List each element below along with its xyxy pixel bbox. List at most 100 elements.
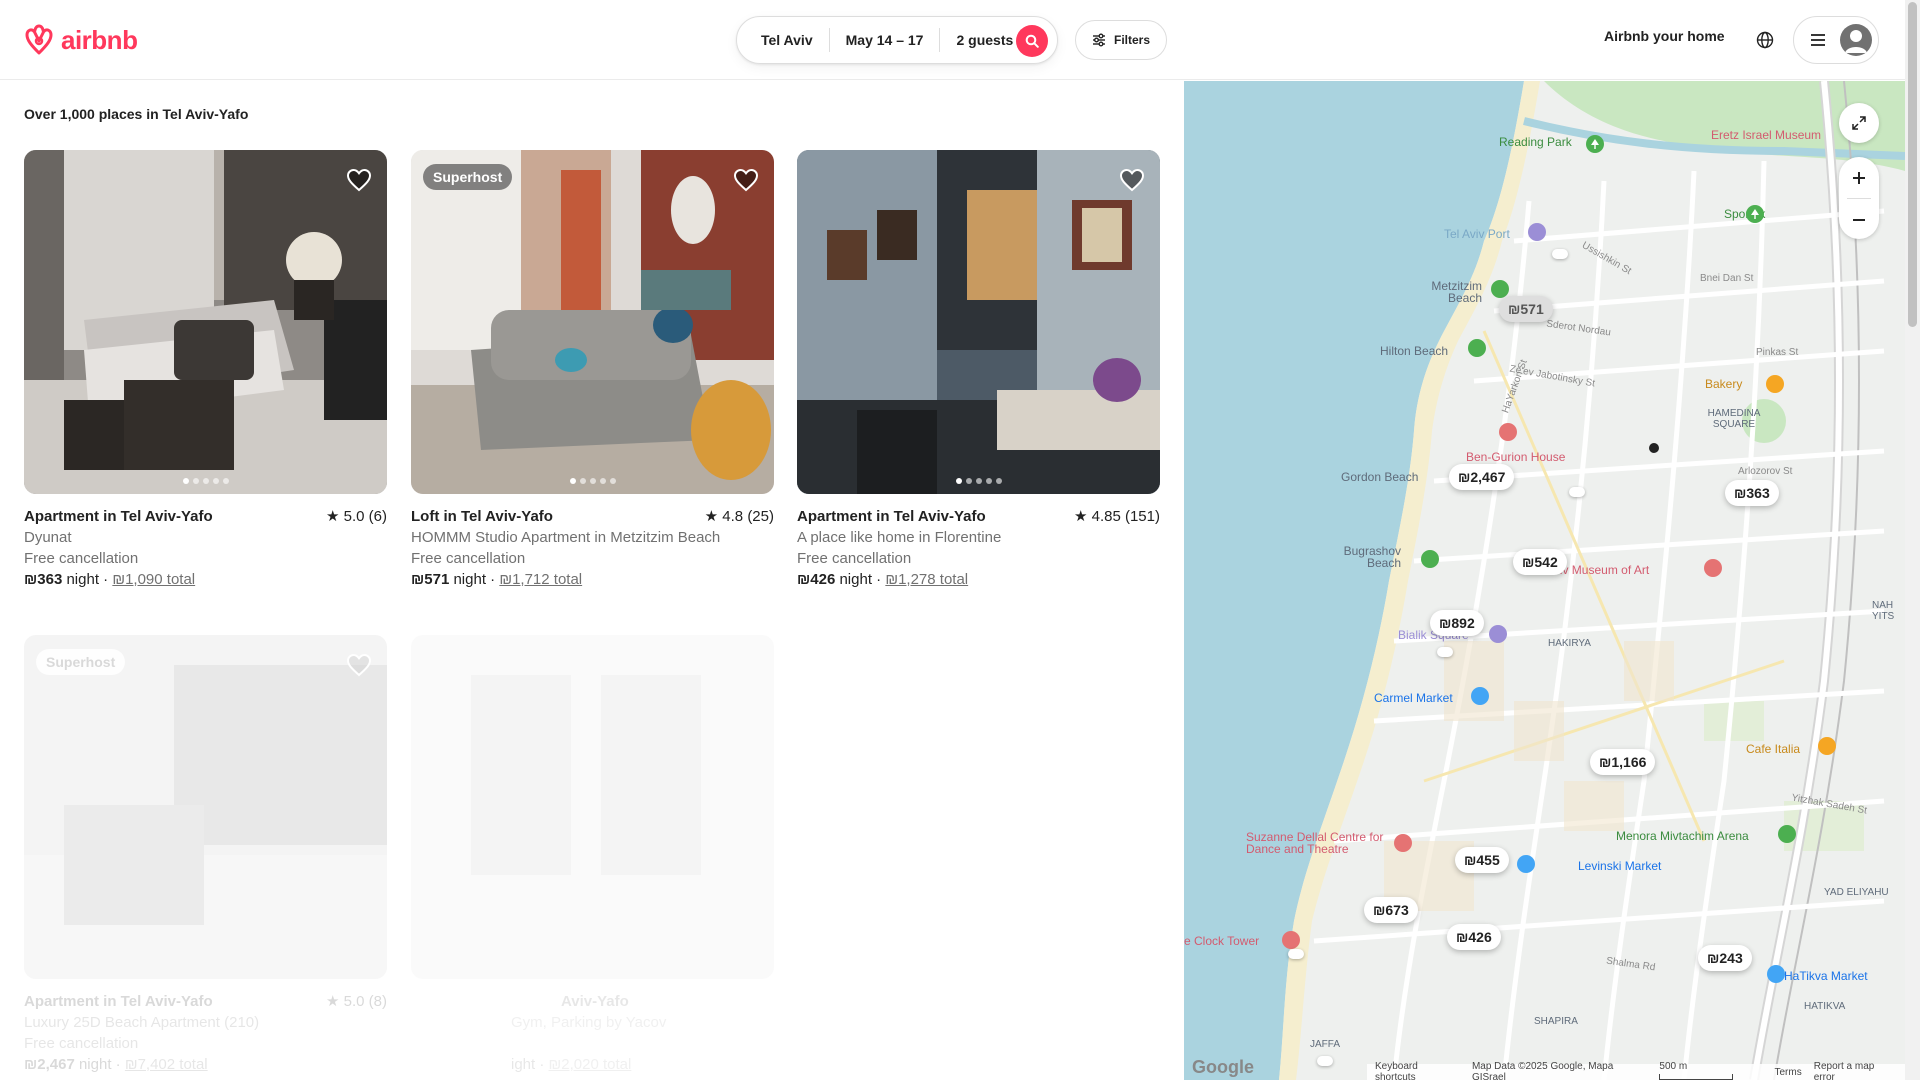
zoom-in-button[interactable] xyxy=(1839,157,1879,198)
listing-total[interactable]: ₪7,402 total xyxy=(125,1056,208,1073)
landmark-icon[interactable] xyxy=(1282,931,1300,949)
listing-price: ight · ₪2,020 total xyxy=(511,1056,632,1073)
minus-icon xyxy=(1853,218,1865,221)
map-label: Ben-Gurion House xyxy=(1466,450,1566,464)
map[interactable]: Reading Park Eretz Israel Museum Sportek… xyxy=(1184,81,1905,1080)
heart-icon[interactable] xyxy=(732,166,760,194)
keyboard-shortcuts-link[interactable]: Keyboard shortcuts xyxy=(1375,1061,1460,1080)
map-data-attribution: Map Data ©2025 Google, Mapa GISrael xyxy=(1471,1061,1614,1080)
map-label: Reading Park xyxy=(1499,135,1572,149)
listing-photo[interactable]: Superhost xyxy=(411,150,774,494)
shopping-icon[interactable] xyxy=(1471,687,1489,705)
airbnb-logo[interactable]: airbnb xyxy=(23,23,138,57)
price-value: ₪2,467 xyxy=(24,1056,75,1073)
shopping-icon[interactable] xyxy=(1517,855,1535,873)
price-pin[interactable]: ₪571 xyxy=(1499,296,1553,322)
listing-rating: ★ 4.8 (25) xyxy=(704,508,774,525)
map-label: HAMEDINA SQUARE xyxy=(1707,408,1761,430)
bakery-icon[interactable] xyxy=(1766,375,1784,393)
park-icon[interactable] xyxy=(1778,825,1796,843)
park-icon[interactable] xyxy=(1491,280,1509,298)
map-label: Metzitzim Beach xyxy=(1431,279,1482,305)
listing-photo-image xyxy=(797,150,1160,494)
price-pin[interactable]: ₪363 xyxy=(1725,480,1779,506)
mini-price-pin[interactable] xyxy=(1437,647,1453,657)
price-pin[interactable]: ₪1,166 xyxy=(1590,749,1656,775)
listing-subtitle: A place like home in Florentine xyxy=(797,529,1002,546)
mini-price-pin[interactable] xyxy=(1552,249,1568,259)
expand-map-button[interactable] xyxy=(1839,103,1879,143)
search-location[interactable]: Tel Aviv xyxy=(737,28,829,52)
park-icon[interactable] xyxy=(1586,135,1604,153)
cafe-icon[interactable] xyxy=(1818,737,1836,755)
park-icon[interactable] xyxy=(1468,339,1486,357)
listing-card[interactable]: Apartment in Tel Aviv-Yafo ★ 4.85 (151) … xyxy=(797,150,1160,590)
report-map-error-link[interactable]: Report a map error xyxy=(1814,1061,1897,1080)
photo-dots xyxy=(182,478,229,484)
search-dates[interactable]: May 14 – 17 xyxy=(830,28,940,52)
user-icon xyxy=(1845,30,1867,53)
listing-total[interactable]: ₪1,712 total xyxy=(499,571,582,588)
listing-rating: ★ 5.0 (6) xyxy=(326,508,387,525)
museum-icon[interactable] xyxy=(1528,223,1546,241)
mini-price-pin[interactable] xyxy=(1569,487,1585,497)
price-pin[interactable]: ₪542 xyxy=(1513,549,1567,575)
scrollbar[interactable] xyxy=(1905,0,1920,1080)
filters-button[interactable]: Filters xyxy=(1075,20,1167,60)
listing-card[interactable]: Superhost Apartment in Tel Aviv-Yafo ★ 5… xyxy=(24,635,387,1075)
zoom-out-button[interactable] xyxy=(1839,199,1879,240)
listing-card[interactable]: Aviv-Yafo Gym, Parking by Yacov ight · ₪… xyxy=(411,635,774,1075)
page: airbnb Tel Aviv May 14 – 17 2 guests Fil… xyxy=(0,0,1920,1080)
globe-icon[interactable] xyxy=(1754,29,1776,51)
park-icon[interactable] xyxy=(1746,205,1764,223)
listing-total[interactable]: ₪1,278 total xyxy=(885,571,968,588)
mini-price-pin[interactable] xyxy=(1288,949,1304,959)
shopping-icon[interactable] xyxy=(1767,965,1785,983)
listing-photo[interactable] xyxy=(411,635,774,979)
avatar xyxy=(1840,24,1872,56)
search-button[interactable] xyxy=(1016,25,1048,57)
listing-total[interactable]: ₪2,020 total xyxy=(549,1056,632,1073)
expand-icon xyxy=(1852,116,1866,130)
park-icon[interactable] xyxy=(1421,550,1439,568)
hamburger-menu-icon xyxy=(1811,34,1825,46)
heart-icon[interactable] xyxy=(345,166,373,194)
terms-link[interactable]: Terms xyxy=(1775,1067,1802,1078)
price-pin[interactable]: ₪892 xyxy=(1430,610,1484,636)
price-unit: night xyxy=(62,571,99,588)
search-bar[interactable]: Tel Aviv May 14 – 17 2 guests xyxy=(736,16,1058,64)
price-value: ₪426 xyxy=(797,571,836,588)
theatre-icon[interactable] xyxy=(1394,834,1412,852)
listing-total[interactable]: ₪1,090 total xyxy=(112,571,195,588)
listing-photo[interactable] xyxy=(24,150,387,494)
scrollbar-thumb[interactable] xyxy=(1908,2,1917,327)
map-label: Bakery xyxy=(1705,377,1743,391)
listing-card[interactable]: Apartment in Tel Aviv-Yafo ★ 5.0 (6) Dyu… xyxy=(24,150,387,590)
heart-icon[interactable] xyxy=(345,651,373,679)
airbnb-your-home-link[interactable]: Airbnb your home xyxy=(1604,28,1725,44)
listing-subtitle: Dyunat xyxy=(24,529,72,546)
listing-price: ₪426 night · ₪1,278 total xyxy=(797,571,969,588)
map-label: YAD ELIYAHU xyxy=(1824,887,1889,898)
listing-price: ₪2,467 night · ₪7,402 total xyxy=(24,1056,208,1073)
price-pin[interactable]: ₪426 xyxy=(1447,924,1501,950)
listing-meta: Apartment in Tel Aviv-Yafo ★ 5.0 (6) Dyu… xyxy=(24,506,387,590)
museum-icon[interactable] xyxy=(1499,423,1517,441)
listing-photo[interactable]: Superhost xyxy=(24,635,387,979)
listing-price: ₪363 night · ₪1,090 total xyxy=(24,571,196,588)
user-menu-button[interactable] xyxy=(1793,16,1879,64)
photo-dots xyxy=(569,478,616,484)
plus-icon xyxy=(1853,171,1865,184)
price-pin[interactable]: ₪2,467 xyxy=(1449,464,1515,490)
mini-price-pin[interactable] xyxy=(1317,1056,1333,1066)
price-pin[interactable]: ₪673 xyxy=(1364,897,1418,923)
listing-card[interactable]: Superhost Loft in Tel Aviv-Yafo ★ 4.8 (2… xyxy=(411,150,774,590)
listing-rating: ★ 4.85 (151) xyxy=(1073,508,1160,525)
museum-icon[interactable] xyxy=(1489,625,1507,643)
street-label: Arlozorov St xyxy=(1738,466,1793,477)
heart-icon[interactable] xyxy=(1118,166,1146,194)
listing-photo[interactable] xyxy=(797,150,1160,494)
price-pin[interactable]: ₪455 xyxy=(1455,847,1509,873)
museum-icon[interactable] xyxy=(1704,559,1722,577)
price-pin[interactable]: ₪243 xyxy=(1698,945,1752,971)
